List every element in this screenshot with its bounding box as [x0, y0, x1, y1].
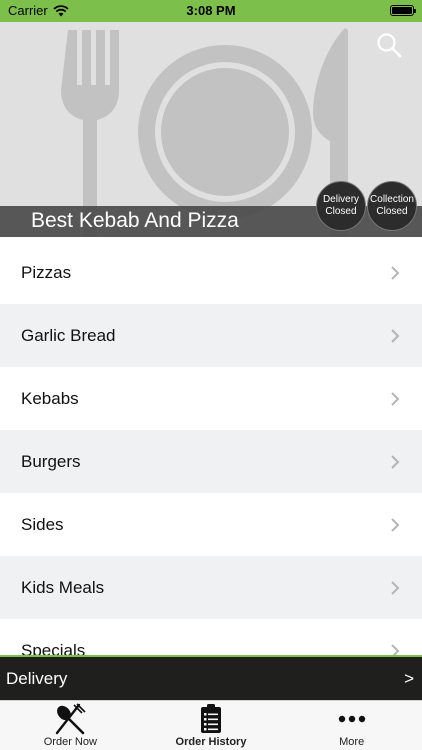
tab-label: Order History — [175, 736, 247, 748]
status-bar: Carrier 3:08 PM — [0, 0, 422, 22]
search-icon[interactable] — [376, 32, 402, 58]
chevron-right-icon — [391, 265, 400, 280]
hero-banner: Best Kebab And Pizza Delivery Closed Col… — [0, 22, 422, 237]
collection-status-state: Closed — [376, 206, 408, 217]
menu-category-label: Sides — [21, 514, 64, 534]
order-mode-arrow: > — [404, 668, 414, 688]
tab-label: Order Now — [43, 736, 97, 748]
menu-category-label: Garlic Bread — [21, 325, 116, 345]
menu-category-label: Burgers — [21, 451, 81, 471]
menu-category-row[interactable]: Pizzas — [0, 241, 422, 304]
menu-category-label: Specials — [21, 640, 86, 657]
delivery-status-state: Closed — [325, 206, 357, 217]
order-mode-bar[interactable]: Delivery > — [0, 657, 422, 700]
collection-status-badge: Collection Closed — [367, 181, 417, 231]
tab-label: More — [339, 736, 365, 748]
chevron-right-icon — [391, 454, 400, 469]
menu-category-label: Kebabs — [21, 388, 79, 408]
menu-category-list[interactable]: Pizzas Garlic Bread Kebabs Burgers Sides… — [0, 241, 422, 656]
delivery-status-badge: Delivery Closed — [316, 181, 366, 231]
clipboard-list-icon — [201, 704, 221, 733]
chevron-right-icon — [391, 391, 400, 406]
bottom-tab-bar: Order Now Order History More — [0, 700, 422, 750]
menu-category-row[interactable]: Sides — [0, 493, 422, 556]
more-dots-icon — [338, 715, 365, 723]
delivery-status-title: Delivery — [322, 194, 360, 205]
menu-category-label: Pizzas — [21, 262, 72, 282]
chevron-right-icon — [391, 517, 400, 532]
order-mode-label: Delivery — [6, 668, 68, 688]
chevron-right-icon — [391, 328, 400, 343]
menu-category-row[interactable]: Specials — [0, 619, 422, 656]
chevron-right-icon — [391, 643, 400, 656]
menu-category-row[interactable]: Kids Meals — [0, 556, 422, 619]
tab-order-history[interactable]: Order History — [141, 701, 282, 750]
collection-status-title: Collection — [370, 194, 414, 205]
tab-more[interactable]: More — [281, 701, 422, 750]
restaurant-name: Best Kebab And Pizza — [31, 209, 239, 232]
fork-knife-icon — [56, 703, 86, 735]
battery-icon — [390, 5, 416, 16]
tab-order-now[interactable]: Order Now — [0, 701, 141, 750]
menu-category-row[interactable]: Kebabs — [0, 367, 422, 430]
menu-category-label: Kids Meals — [21, 577, 105, 597]
menu-category-row[interactable]: Garlic Bread — [0, 304, 422, 367]
menu-category-row[interactable]: Burgers — [0, 430, 422, 493]
chevron-right-icon — [391, 580, 400, 595]
clock: 3:08 PM — [186, 3, 236, 18]
